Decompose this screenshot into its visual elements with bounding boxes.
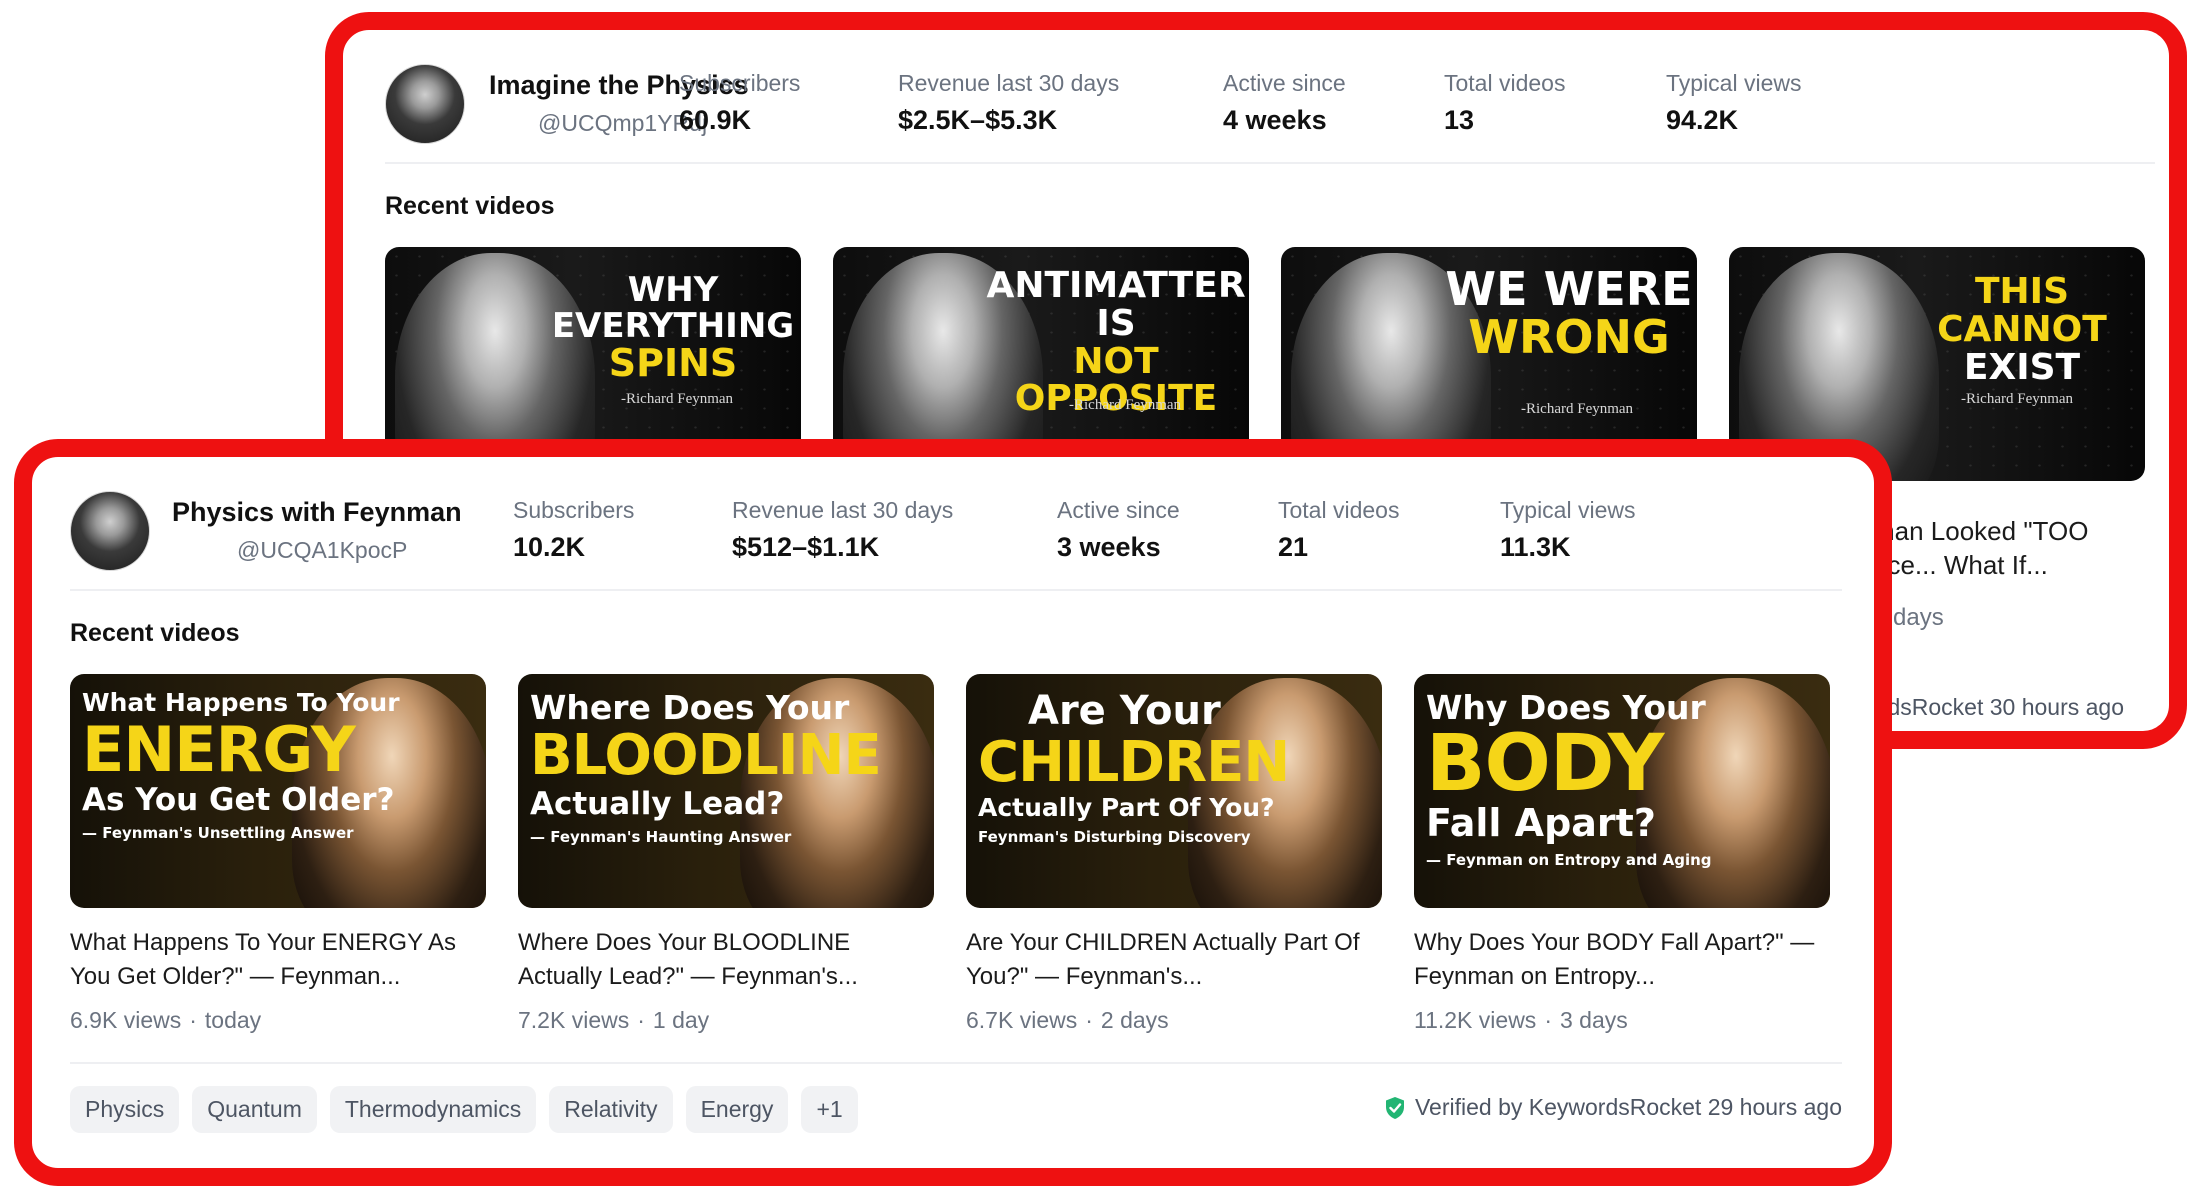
divider — [385, 162, 2155, 164]
verified-text-partial: dsRocket 30 hours ago — [1887, 694, 2124, 720]
more-tags-chip[interactable]: +1 — [801, 1086, 858, 1133]
stat-typical-views: Typical views 11.3K — [1500, 497, 1635, 563]
video-thumbnail[interactable]: What Happens To Your ENERGY As You Get O… — [70, 674, 486, 908]
video-title[interactable]: Are Your CHILDREN Actually Part Of You?"… — [966, 926, 1382, 994]
stat-label: Subscribers — [679, 70, 801, 96]
stat-total-videos: Total videos 13 — [1444, 70, 1565, 136]
video-card[interactable]: Where Does Your BLOODLINE Actually Lead?… — [518, 674, 934, 1034]
stat-label: Revenue last 30 days — [898, 70, 1120, 96]
thumbnail-caption: Why Does Your BODY Fall Apart? — Feynman… — [1426, 688, 1712, 870]
video-meta: 6.7K views · 2 days — [966, 1007, 1169, 1033]
tag-list: Physics Quantum Thermodynamics Relativit… — [70, 1086, 858, 1133]
stat-value: $2.5K–$5.3K — [898, 105, 1058, 135]
video-meta: 7.2K views · 1 day — [518, 1007, 710, 1033]
tag-chip[interactable]: Quantum — [192, 1086, 317, 1133]
avatar[interactable] — [385, 64, 465, 144]
verified-badge: Verified by KeywordsRocket 29 hours ago — [1385, 1094, 1842, 1121]
video-thumbnail[interactable]: Where Does Your BLOODLINE Actually Lead?… — [518, 674, 934, 908]
video-thumbnail[interactable]: Are Your CHILDREN Actually Part Of You? … — [966, 674, 1382, 908]
stat-value: 3 weeks — [1057, 532, 1161, 562]
thumbnail-caption: What Happens To Your ENERGY As You Get O… — [82, 688, 400, 843]
thumbnail-signature: -Richard Feynman — [1069, 397, 1182, 413]
video-meta: 11.2K views · 3 days — [1414, 1007, 1628, 1033]
stat-subscribers: Subscribers 10.2K — [513, 497, 634, 563]
stat-label: Subscribers — [513, 497, 635, 523]
stat-active-since: Active since 4 weeks — [1223, 70, 1346, 136]
video-title[interactable]: What Happens To Your ENERGY As You Get O… — [70, 926, 486, 994]
stat-value: $512–$1.1K — [732, 532, 880, 562]
stat-subscribers: Subscribers 60.9K — [679, 70, 800, 136]
recent-videos: What Happens To Your ENERGY As You Get O… — [70, 674, 1842, 1034]
divider — [70, 589, 1842, 591]
channel-header: Physics with Feynman @UCQA1KpocP Subscri… — [70, 487, 1842, 589]
stat-value: 60.9K — [679, 105, 752, 135]
thumbnail-signature: -Richard Feynman — [1961, 391, 2074, 407]
thumbnail-signature: -Richard Feynman — [621, 391, 734, 407]
stat-value: 4 weeks — [1223, 105, 1327, 135]
stat-label: Typical views — [1500, 497, 1636, 523]
verified-text: Verified by KeywordsRocket 29 hours ago — [1414, 1094, 1842, 1120]
thumbnail-signature: -Richard Feynman — [1521, 401, 1634, 417]
stat-value: 11.3K — [1500, 532, 1571, 562]
stat-revenue: Revenue last 30 days $2.5K–$5.3K — [898, 70, 1119, 136]
video-title-partial[interactable]: man Looked "TOO ace... What If... — [1873, 514, 2088, 582]
card-footer: Physics Quantum Thermodynamics Relativit… — [70, 1062, 1842, 1142]
thumbnail-caption: WE WERE WRONG — [1445, 262, 1693, 365]
tag-chip[interactable]: Physics — [70, 1086, 180, 1133]
thumbnail-caption: ANTIMATTER IS NOT OPPOSITE — [986, 265, 1246, 420]
stat-active-since: Active since 3 weeks — [1057, 497, 1180, 563]
video-meta: 6.9K views · today — [70, 1007, 262, 1033]
stat-label: Total videos — [1278, 497, 1400, 523]
channel-card-physics-with-feynman: Physics with Feynman @UCQA1KpocP Subscri… — [14, 439, 1892, 1186]
stat-value: 13 — [1444, 105, 1475, 135]
video-title[interactable]: Where Does Your BLOODLINE Actually Lead?… — [518, 926, 934, 994]
thumbnail-caption: Are Your CHILDREN Actually Part Of You? … — [978, 688, 1290, 846]
video-card[interactable]: Why Does Your BODY Fall Apart? — Feynman… — [1414, 674, 1830, 1034]
video-title[interactable]: Why Does Your BODY Fall Apart?" — Feynma… — [1414, 926, 1830, 994]
stat-label: Active since — [1223, 70, 1346, 96]
channel-header: Imagine the Physics @UCQmp1YRdj Subscrib… — [385, 60, 2155, 162]
stat-revenue: Revenue last 30 days $512–$1.1K — [732, 497, 953, 563]
thumbnail-caption: Where Does Your BLOODLINE Actually Lead?… — [530, 688, 882, 846]
video-thumbnail[interactable]: Why Does Your BODY Fall Apart? — Feynman… — [1414, 674, 1830, 908]
thumbnail-caption: WHY EVERYTHING SPINS — [551, 270, 795, 386]
avatar[interactable] — [70, 491, 150, 571]
stat-value: 21 — [1278, 532, 1309, 562]
stat-typical-views: Typical views 94.2K — [1666, 70, 1801, 136]
verified-shield-icon — [1385, 1096, 1404, 1119]
stat-value: 10.2K — [513, 532, 586, 562]
section-title: Recent videos — [70, 619, 240, 647]
video-card[interactable]: What Happens To Your ENERGY As You Get O… — [70, 674, 486, 1034]
tag-chip[interactable]: Energy — [685, 1086, 789, 1133]
stat-label: Active since — [1057, 497, 1180, 523]
tag-chip[interactable]: Relativity — [549, 1086, 673, 1133]
stat-value: 94.2K — [1666, 105, 1739, 135]
stat-label: Revenue last 30 days — [732, 497, 954, 523]
stat-label: Total videos — [1444, 70, 1566, 96]
video-card[interactable]: Are Your CHILDREN Actually Part Of You? … — [966, 674, 1382, 1034]
channel-handle: @UCQA1KpocP — [237, 537, 408, 563]
tag-chip[interactable]: Thermodynamics — [329, 1086, 537, 1133]
channel-name[interactable]: Physics with Feynman — [172, 497, 462, 528]
stat-total-videos: Total videos 21 — [1278, 497, 1399, 563]
section-title: Recent videos — [385, 192, 555, 220]
thumbnail-caption: THIS CANNOT EXIST — [1937, 271, 2107, 388]
stat-label: Typical views — [1666, 70, 1802, 96]
